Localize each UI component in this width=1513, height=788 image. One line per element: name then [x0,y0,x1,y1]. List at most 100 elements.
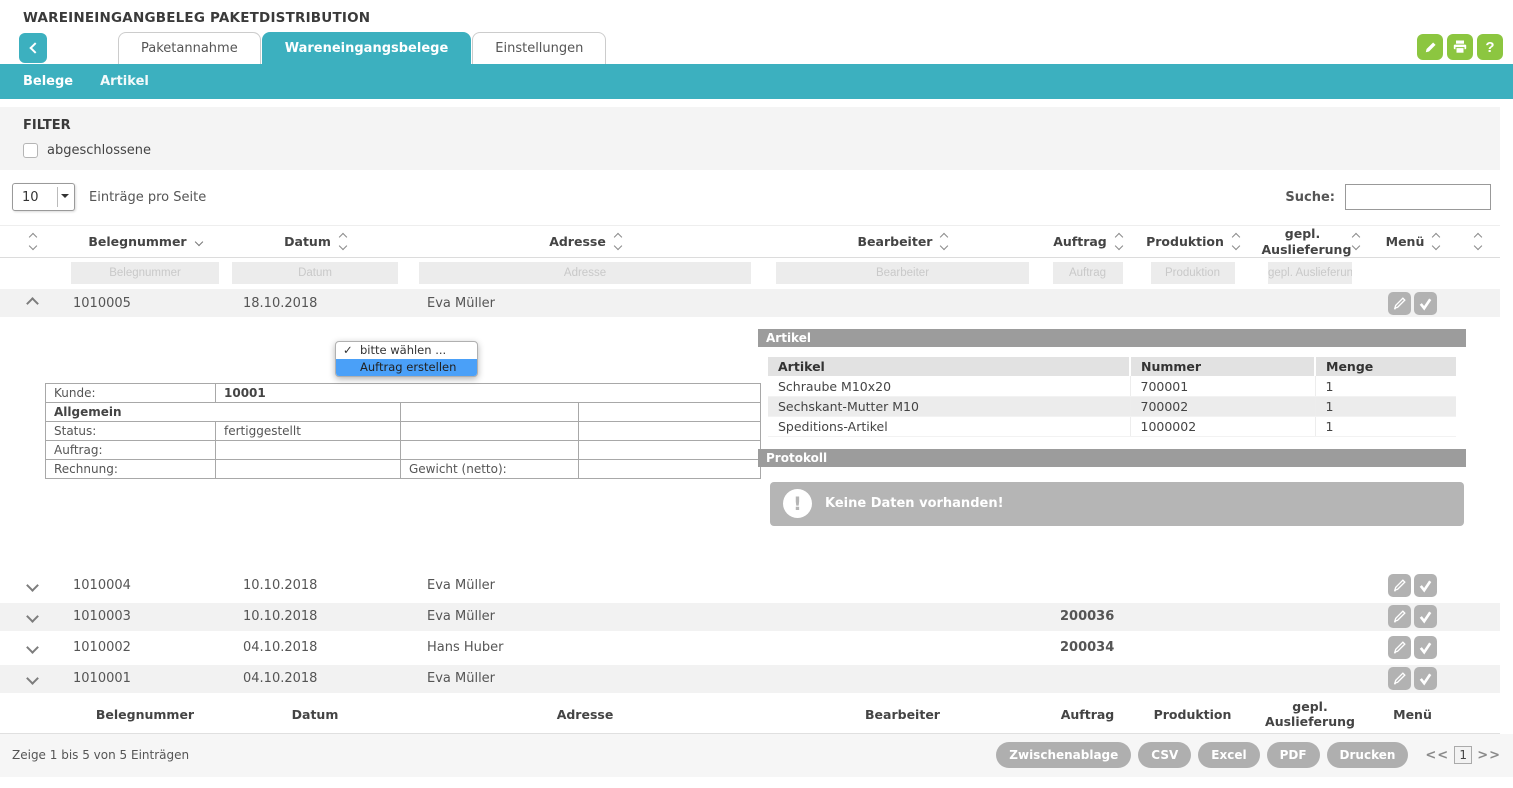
belegnummer-cell: 1010003 [65,601,225,632]
row-complete-button[interactable] [1414,667,1437,690]
pencil-icon [1391,608,1408,625]
print-button[interactable] [1447,34,1473,60]
footer-belegnummer: Belegnummer [65,694,225,733]
pdf-export-button[interactable]: PDF [1267,742,1320,768]
footer-bearbeiter: Bearbeiter [765,694,1040,733]
filter-adresse-input[interactable] [419,262,750,284]
menge-col-header: Menge [1315,357,1456,376]
page-size-select[interactable]: 10 [12,183,75,211]
filter-produktion-input[interactable] [1151,262,1235,284]
filter-bearbeiter-input[interactable] [776,262,1029,284]
produktion-cell [1135,288,1250,319]
subnav-artikel[interactable]: Artikel [100,74,149,89]
sort-icon [1233,234,1239,249]
no-data-message: Keine Daten vorhanden! [825,496,1004,511]
table-row: 1010005 18.10.2018 Eva Müller [0,288,1500,319]
header-menu[interactable]: Menü [1370,226,1455,258]
expand-row-button[interactable] [24,667,41,690]
row-complete-button[interactable] [1414,636,1437,659]
check-icon [1417,670,1434,687]
filter-gepl-auslieferung-input[interactable] [1268,262,1352,284]
back-button[interactable] [19,33,47,63]
rechnung-label: Rechnung: [46,460,216,479]
edit-button[interactable] [1417,34,1443,60]
header-bearbeiter[interactable]: Bearbeiter [765,226,1040,258]
header-belegnummer[interactable]: Belegnummer [65,226,225,258]
header-auftrag[interactable]: Auftrag [1040,226,1135,258]
dropdown-option-auftrag-erstellen[interactable]: Auftrag erstellen [336,359,477,376]
column-filter-row [0,258,1500,288]
pagination-prev[interactable]: << [1425,748,1449,763]
filter-belegnummer-input[interactable] [71,262,218,284]
tab-paketannahme[interactable]: Paketannahme [118,32,261,64]
row-edit-button[interactable] [1388,292,1411,315]
search-input[interactable] [1345,184,1491,210]
chevron-down-icon [26,579,39,592]
tab-wareneingangsbelege[interactable]: Wareneingangsbelege [262,32,472,64]
no-data-alert: ! Keine Daten vorhanden! [770,482,1464,526]
expand-row-button[interactable] [24,574,41,597]
row-edit-button[interactable] [1388,636,1411,659]
page-size-value: 10 [22,190,39,205]
row-edit-button[interactable] [1388,667,1411,690]
print-export-button[interactable]: Drucken [1327,742,1409,768]
belegnummer-cell: 1010005 [65,288,225,319]
rechnung-value [216,460,401,479]
sort-icon [340,234,346,249]
header-extra[interactable] [1455,226,1500,258]
header-adresse[interactable]: Adresse [405,226,765,258]
sort-icon [1475,234,1481,249]
help-button[interactable]: ? [1477,34,1503,60]
row-edit-button[interactable] [1388,574,1411,597]
sub-navigation: Belege Artikel [0,64,1513,99]
artikel-panel-header: Artikel [758,329,1466,347]
row-edit-button[interactable] [1388,605,1411,628]
pencil-icon [1391,295,1408,312]
pencil-icon [1391,670,1408,687]
datum-cell: 18.10.2018 [225,288,405,319]
pagination-page-1[interactable]: 1 [1454,746,1472,764]
sort-desc-icon [194,237,202,245]
question-icon: ? [1485,39,1494,56]
header-expander[interactable] [0,226,65,258]
auftrag-value [216,441,401,460]
expand-row-button[interactable] [24,605,41,628]
sort-icon [1116,234,1122,249]
excel-export-button[interactable]: Excel [1198,742,1259,768]
filter-title: FILTER [23,118,1500,133]
check-icon [1417,608,1434,625]
row-complete-button[interactable] [1414,292,1437,315]
artikel-row: Speditions-Artikel 1000002 1 [768,416,1456,436]
header-datum[interactable]: Datum [225,226,405,258]
status-value: fertiggestellt [216,422,401,441]
pencil-icon [1423,40,1438,55]
beleg-info-table: Kunde: 10001 Allgemein Status: fertigges… [45,383,761,479]
expand-row-button[interactable] [24,636,41,659]
table-footer-row: Belegnummer Datum Adresse Bearbeiter Auf… [0,694,1500,733]
collapse-row-button[interactable] [24,292,41,315]
filter-auftrag-input[interactable] [1053,262,1123,284]
clipboard-export-button[interactable]: Zwischenablage [996,742,1131,768]
protokoll-panel-header: Protokoll [758,449,1466,467]
gewicht-label: Gewicht (netto): [401,460,579,479]
bearbeiter-cell [765,288,1040,319]
check-icon [1417,295,1434,312]
artikel-col-header: Artikel [768,357,1130,376]
header-gepl-auslieferung[interactable]: gepl. Auslieferung [1250,226,1370,258]
tab-einstellungen[interactable]: Einstellungen [472,32,606,64]
dropdown-option-bitte-waehlen[interactable]: ✓ bitte wählen ... [336,342,477,359]
chevron-left-icon [29,42,40,53]
header-produktion[interactable]: Produktion [1135,226,1250,258]
subnav-belege[interactable]: Belege [23,74,73,89]
gewicht-value [579,460,761,479]
csv-export-button[interactable]: CSV [1138,742,1191,768]
filter-datum-input[interactable] [232,262,398,284]
row-complete-button[interactable] [1414,605,1437,628]
row-complete-button[interactable] [1414,574,1437,597]
artikel-table: Artikel Nummer Menge Schraube M10x20 700… [768,357,1456,437]
tab-bar: Paketannahme Wareneingangsbelege Einstel… [0,32,1513,64]
adresse-cell: Eva Müller [405,663,765,694]
pagination-next[interactable]: >> [1477,748,1501,763]
footer-auftrag: Auftrag [1040,694,1135,733]
abgeschlossene-checkbox[interactable] [23,143,38,158]
